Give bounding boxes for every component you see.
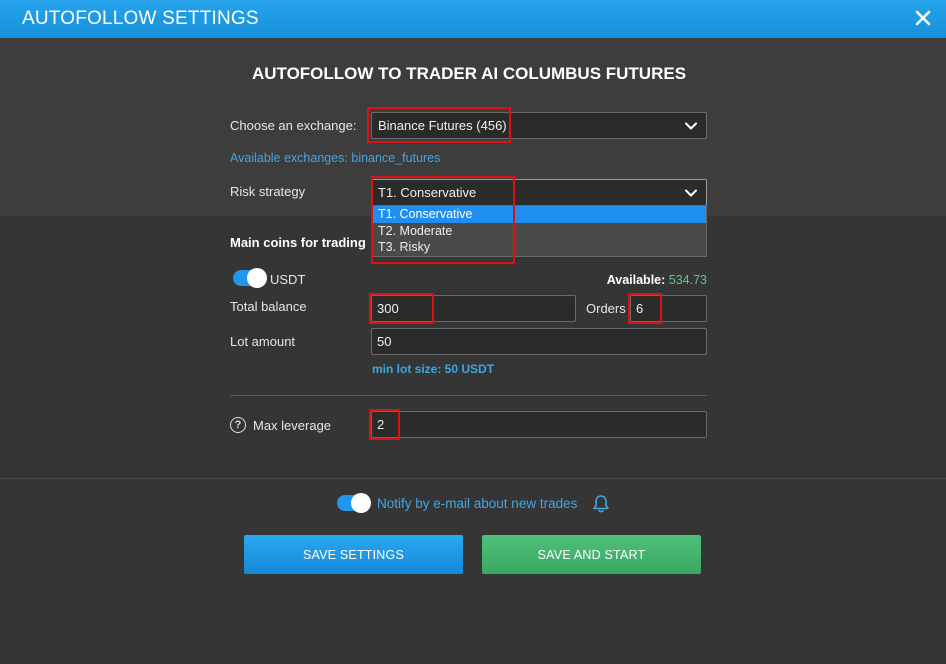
help-icon[interactable]: ? [230,417,246,433]
toggle-knob [247,268,267,288]
risk-option-conservative[interactable]: T1. Conservative [372,206,706,223]
lot-amount-label: Lot amount [230,334,296,349]
risk-strategy-dropdown: T1. Conservative T2. Moderate T3. Risky [371,205,707,257]
max-leverage-value: 2 [377,417,385,432]
max-leverage-input[interactable]: 2 [371,411,707,438]
lot-amount-input[interactable]: 50 [371,328,707,355]
risk-strategy-label: Risk strategy [230,184,306,199]
risk-option-risky[interactable]: T3. Risky [372,239,706,256]
notify-label: Notify by e-mail about new trades [377,496,578,511]
max-leverage-label: Max leverage [253,418,332,433]
available-label: Available: [606,273,666,287]
available-value: 534.73 [668,273,707,287]
available-exchanges-text: Available exchanges: binance_futures [230,151,441,165]
orders-label: Orders [586,301,626,316]
window-title: AUTOFOLLOW SETTINGS [22,8,259,29]
usdt-label: USDT [270,272,306,287]
toggle-knob [351,493,371,513]
exchange-label: Choose an exchange: [230,118,357,133]
close-icon [915,10,931,26]
page-heading: AUTOFOLLOW TO TRADER AI COLUMBUS FUTURES [251,64,687,83]
chevron-down-icon [685,189,697,197]
risk-selected-value: T1. Conservative [378,185,477,200]
bell-icon [593,495,609,513]
section-divider [0,478,946,479]
total-balance-label: Total balance [230,299,307,314]
save-and-start-button[interactable]: SAVE AND START [482,535,701,574]
risk-strategy-select[interactable]: T1. Conservative [371,179,707,206]
usdt-toggle[interactable] [233,268,267,288]
close-button[interactable] [910,5,936,31]
chevron-down-icon [685,122,697,130]
orders-input[interactable]: 6 [630,295,707,322]
title-bar: AUTOFOLLOW SETTINGS [0,0,946,38]
exchange-select[interactable]: Binance Futures (456) [371,112,707,139]
notify-toggle[interactable] [337,493,371,513]
available-balance: Available: 534.73 [560,273,707,287]
orders-value: 6 [636,301,644,316]
save-settings-button[interactable]: SAVE SETTINGS [244,535,463,574]
exchange-selected-value: Binance Futures (456) [378,118,507,133]
risk-option-moderate[interactable]: T2. Moderate [372,223,706,240]
divider [230,395,707,396]
lot-amount-value: 50 [377,334,392,349]
min-lot-size-text: min lot size: 50 USDT [372,362,495,376]
total-balance-input[interactable]: 300 [371,295,576,322]
main-coins-label: Main coins for trading [230,235,366,250]
total-balance-value: 300 [377,301,399,316]
